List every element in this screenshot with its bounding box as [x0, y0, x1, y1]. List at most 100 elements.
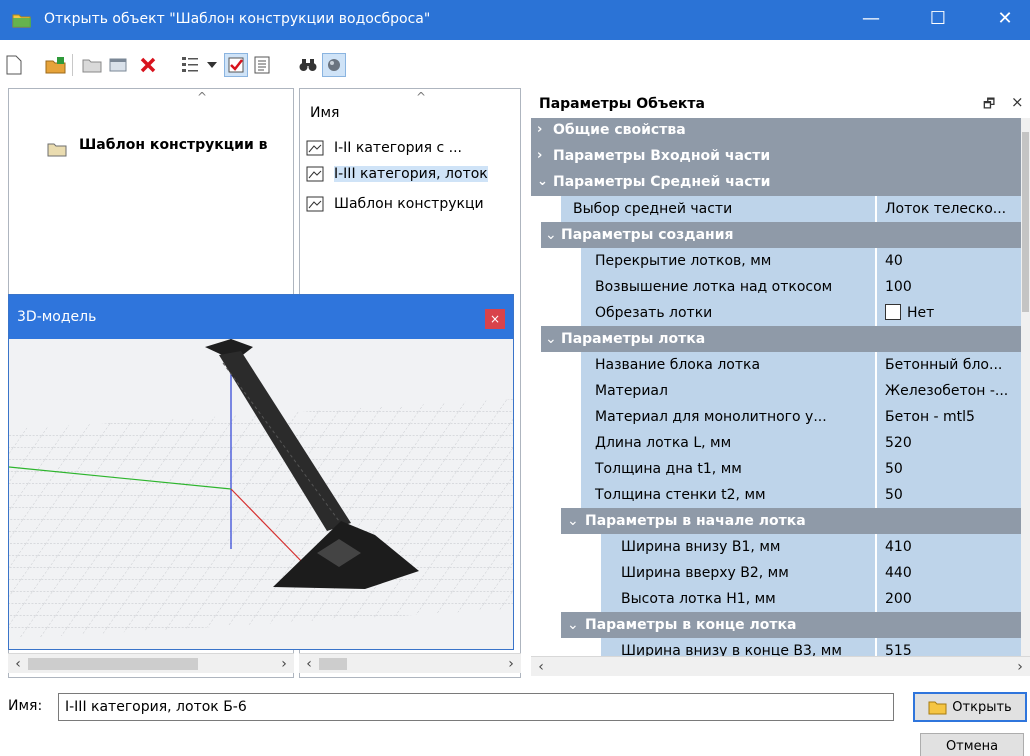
chevron-down-icon[interactable]: ⌄: [567, 508, 579, 534]
property-label: Обрезать лотки: [581, 300, 875, 326]
scrollbar-thumb[interactable]: [28, 657, 198, 670]
property-row[interactable]: Длина лотка L, мм 520: [531, 430, 1021, 456]
checkbox-toggle-button[interactable]: [224, 53, 248, 77]
close-window-button[interactable]: ✕: [982, 0, 1028, 40]
list-view-icon: [182, 57, 198, 72]
property-value[interactable]: 40: [877, 248, 1021, 274]
property-row[interactable]: Обрезать лотки Нет: [531, 300, 1021, 326]
property-row[interactable]: Материал Железобетон -...: [531, 378, 1021, 404]
scroll-left-icon[interactable]: ‹: [299, 656, 319, 672]
delete-button[interactable]: [136, 53, 160, 77]
close-3d-window-button[interactable]: ×: [485, 309, 505, 329]
3d-viewport[interactable]: [9, 339, 513, 649]
tree-item-template-folder[interactable]: Шаблон конструкции в: [79, 137, 268, 153]
group-inlet-parameters[interactable]: › Параметры Входной части: [531, 144, 1021, 170]
checkbox[interactable]: [885, 304, 901, 320]
maximize-button[interactable]: ☐: [915, 0, 961, 40]
cancel-button[interactable]: Отмена: [920, 733, 1024, 756]
open-button[interactable]: Открыть: [913, 692, 1027, 722]
property-row[interactable]: Ширина внизу в конце B3, мм 515: [531, 638, 1021, 656]
3d-model-title-bar[interactable]: 3D-модель ×: [9, 295, 513, 339]
chevron-down-icon[interactable]: ⌄: [545, 222, 557, 248]
property-row[interactable]: Высота лотка H1, мм 200: [531, 586, 1021, 612]
chevron-right-icon[interactable]: ›: [537, 148, 542, 163]
scroll-left-icon[interactable]: ‹: [531, 659, 551, 675]
open-folder-button[interactable]: [44, 53, 68, 77]
property-value[interactable]: 50: [877, 456, 1021, 482]
view-mode-button[interactable]: [178, 53, 202, 77]
new-document-button[interactable]: [2, 53, 26, 77]
property-row[interactable]: Материал для монолитного у... Бетон - mt…: [531, 404, 1021, 430]
property-row[interactable]: Название блока лотка Бетонный бло...: [531, 352, 1021, 378]
property-value[interactable]: 50: [877, 482, 1021, 508]
property-value[interactable]: Бетонный бло...: [877, 352, 1021, 378]
list-horizontal-scrollbar[interactable]: ‹ ›: [299, 653, 521, 673]
subgroup-tray-parameters[interactable]: Параметры лотка ⌄: [531, 326, 1021, 352]
template-file-icon: [306, 140, 324, 156]
properties-button[interactable]: [106, 53, 130, 77]
scroll-right-icon[interactable]: ›: [274, 656, 294, 672]
view-mode-dropdown[interactable]: [204, 53, 220, 77]
property-row[interactable]: Перекрытие лотков, мм 40: [531, 248, 1021, 274]
minimize-button[interactable]: —: [848, 0, 894, 40]
property-label: Материал для монолитного у...: [581, 404, 875, 430]
property-row[interactable]: Выбор средней части Лоток телеско...: [531, 196, 1021, 222]
chevron-down-icon[interactable]: ⌄: [537, 174, 548, 189]
chevron-right-icon[interactable]: ›: [537, 122, 542, 137]
property-value[interactable]: Бетон - mtl5: [877, 404, 1021, 430]
property-grid[interactable]: › Общие свойства › Параметры Входной час…: [531, 118, 1021, 656]
group-general-properties[interactable]: › Общие свойства: [531, 118, 1021, 144]
3d-view-toggle-button[interactable]: [322, 53, 346, 77]
property-value[interactable]: 100: [877, 274, 1021, 300]
scrollbar-thumb[interactable]: [1022, 132, 1029, 312]
column-header-name[interactable]: Имя: [310, 105, 339, 121]
list-item[interactable]: I-III категория, лоток: [306, 162, 520, 186]
property-row[interactable]: Толщина дна t1, мм 50: [531, 456, 1021, 482]
list-item[interactable]: Шаблон конструкци: [306, 192, 520, 216]
close-properties-button[interactable]: ×: [1011, 93, 1024, 111]
find-button[interactable]: [296, 53, 320, 77]
scroll-right-icon[interactable]: ›: [1010, 659, 1030, 675]
scroll-left-icon[interactable]: ‹: [8, 656, 28, 672]
scrollbar-thumb[interactable]: [319, 657, 347, 670]
3d-scene: [9, 339, 513, 639]
property-value[interactable]: 515: [877, 638, 1021, 656]
property-value[interactable]: Лоток телеско...: [877, 196, 1021, 222]
chevron-down-icon[interactable]: ⌄: [567, 612, 579, 638]
sort-indicator[interactable]: ^: [197, 90, 207, 104]
properties-vertical-scrollbar[interactable]: [1021, 118, 1030, 658]
subgroup-label: Параметры лотка: [541, 326, 1021, 352]
object-properties-panel[interactable]: Параметры Объекта 🗗 × › Общие свойства ›…: [531, 88, 1030, 686]
chevron-down-icon[interactable]: ⌄: [545, 326, 557, 352]
list-item[interactable]: I-II категория с ...: [306, 136, 520, 160]
pin-icon[interactable]: 🗗: [983, 95, 995, 117]
properties-horizontal-scrollbar[interactable]: ‹ ›: [531, 656, 1030, 676]
property-label: Длина лотка L, мм: [581, 430, 875, 456]
new-folder-button[interactable]: [80, 53, 104, 77]
name-input[interactable]: [58, 693, 894, 721]
name-field-label: Имя:: [8, 698, 43, 714]
property-value[interactable]: 520: [877, 430, 1021, 456]
details-button[interactable]: [250, 53, 274, 77]
property-value[interactable]: Железобетон -...: [877, 378, 1021, 404]
property-row[interactable]: Ширина вверху B2, мм 440: [531, 560, 1021, 586]
3d-model-window[interactable]: 3D-модель ×: [8, 294, 514, 650]
title-bar[interactable]: Открыть объект "Шаблон конструкции водос…: [0, 0, 1030, 40]
scroll-right-icon[interactable]: ›: [501, 656, 521, 672]
subgroup-tray-end-parameters[interactable]: Параметры в конце лотка ⌄: [531, 612, 1021, 638]
tree-horizontal-scrollbar[interactable]: ‹ ›: [8, 653, 294, 673]
window-title: Открыть объект "Шаблон конструкции водос…: [44, 11, 431, 27]
subgroup-creation-parameters[interactable]: Параметры создания ⌄: [531, 222, 1021, 248]
property-value[interactable]: 440: [877, 560, 1021, 586]
property-value[interactable]: 200: [877, 586, 1021, 612]
toolbar: [0, 40, 1030, 88]
property-value-checkbox[interactable]: Нет: [877, 300, 1021, 326]
property-label: Материал: [581, 378, 875, 404]
sort-indicator[interactable]: ^: [416, 90, 426, 104]
property-row[interactable]: Возвышение лотка над откосом 100: [531, 274, 1021, 300]
property-value[interactable]: 410: [877, 534, 1021, 560]
property-row[interactable]: Толщина стенки t2, мм 50: [531, 482, 1021, 508]
subgroup-tray-start-parameters[interactable]: Параметры в начале лотка ⌄: [531, 508, 1021, 534]
property-row[interactable]: Ширина внизу B1, мм 410: [531, 534, 1021, 560]
group-middle-parameters[interactable]: ⌄ Параметры Средней части: [531, 170, 1021, 196]
